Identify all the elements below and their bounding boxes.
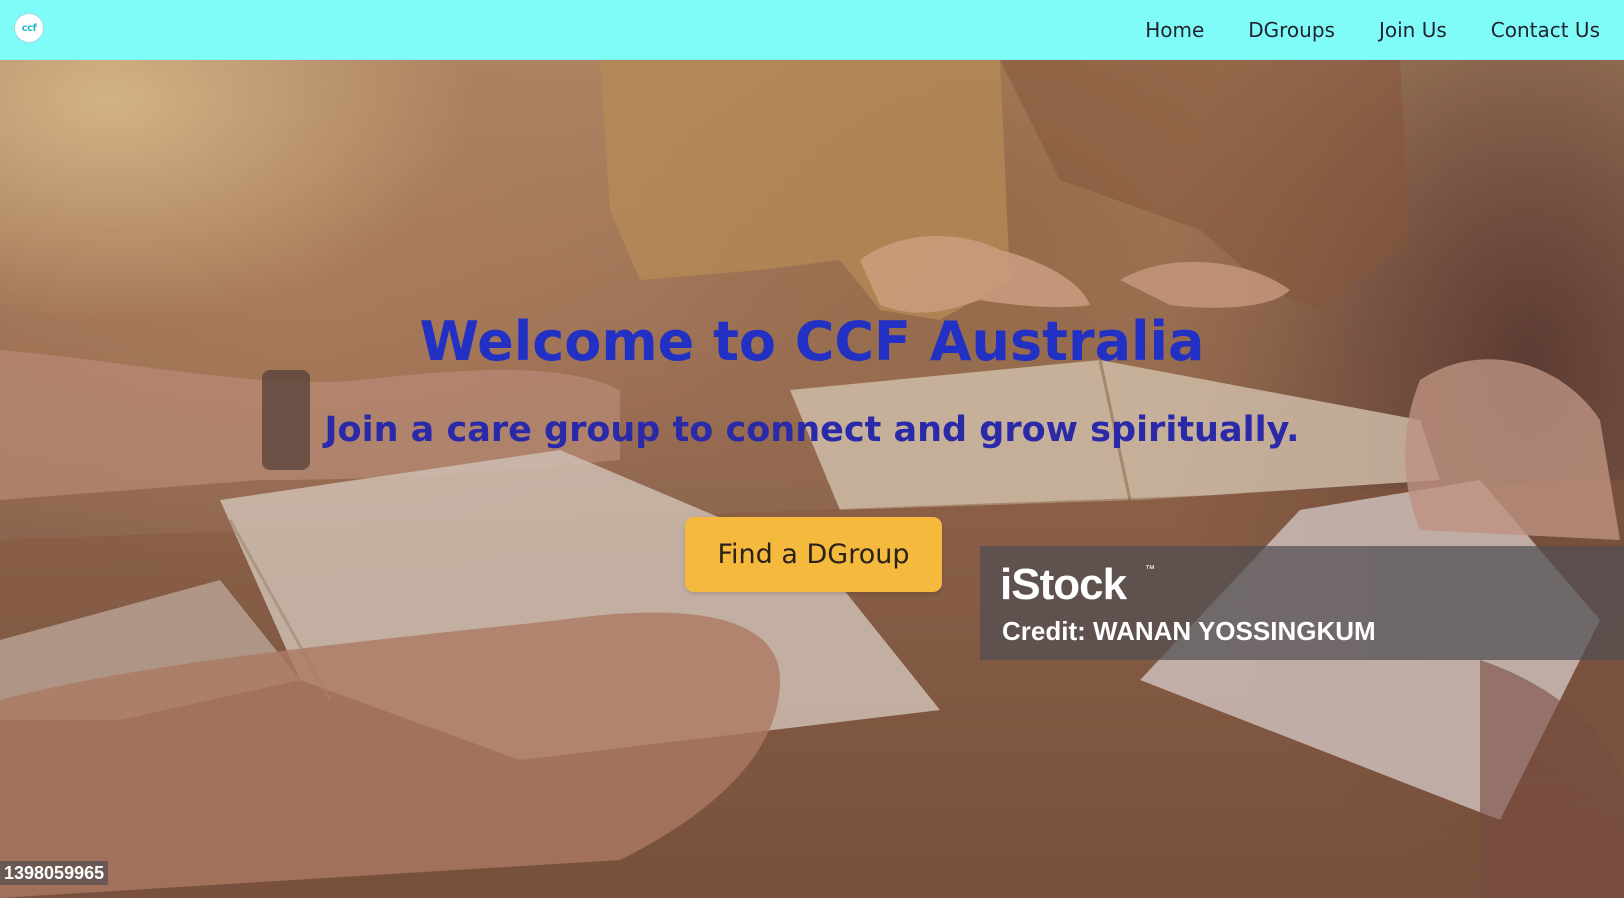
hero-subtitle: Join a care group to connect and grow sp…	[324, 410, 1300, 450]
hero-section: Welcome to CCF Australia Join a care gro…	[0, 60, 1624, 898]
istock-image-id: 1398059965	[0, 861, 109, 885]
hero-title: Welcome to CCF Australia	[419, 310, 1205, 373]
nav-link-home[interactable]: Home	[1145, 18, 1204, 42]
nav-link-join-us[interactable]: Join Us	[1379, 18, 1447, 42]
ccf-logo[interactable]: ccf	[14, 13, 44, 43]
find-dgroup-button[interactable]: Find a DGroup	[685, 517, 942, 592]
nav-link-dgroups[interactable]: DGroups	[1248, 18, 1335, 42]
page: ccf Home DGroups Join Us Contact Us Welc…	[0, 0, 1624, 898]
istock-trademark: ™	[1145, 564, 1155, 575]
istock-logo: iStock	[1000, 560, 1127, 609]
navbar: ccf Home DGroups Join Us Contact Us	[0, 0, 1624, 60]
logo-text: ccf	[21, 22, 37, 34]
istock-watermark: iStock ™ Credit: WANAN YOSSINGKUM	[980, 546, 1624, 660]
hero-overlay	[0, 60, 1624, 898]
nav-links: Home DGroups Join Us Contact Us	[1101, 0, 1600, 60]
istock-credit: Credit: WANAN YOSSINGKUM	[1002, 616, 1376, 646]
nav-link-contact-us[interactable]: Contact Us	[1491, 18, 1600, 42]
